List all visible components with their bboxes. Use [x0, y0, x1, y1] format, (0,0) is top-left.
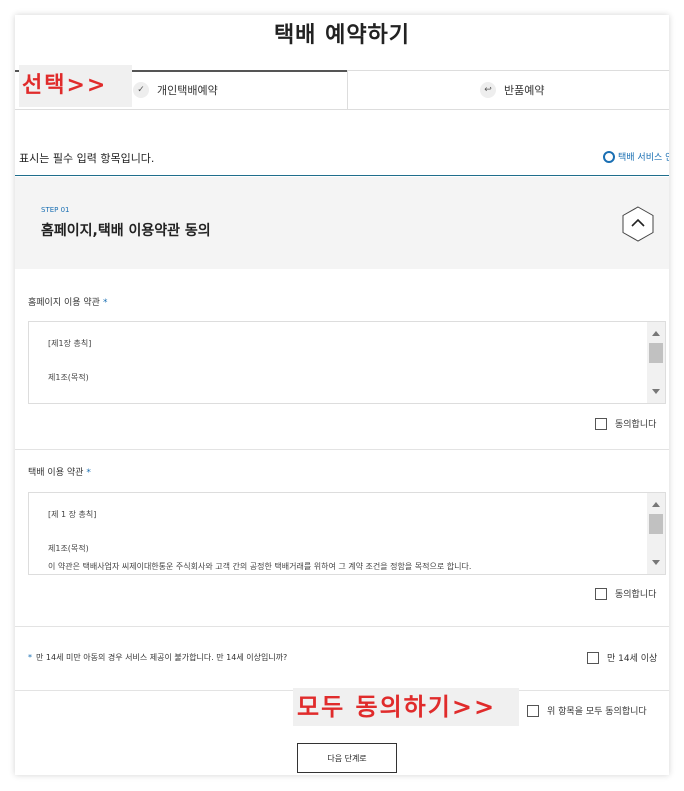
tab-label: 반품예약 — [504, 84, 545, 97]
scroll-thumb — [649, 343, 663, 363]
delivery-terms-title: 택배 이용 약관 — [28, 468, 84, 478]
delivery-terms-box[interactable]: [제 1 장 총칙] 제1조(목적) 이 약관은 택배사업자 씨제이대한통운 주… — [28, 492, 666, 575]
scroll-down-icon — [652, 560, 660, 565]
collapse-toggle-button[interactable] — [622, 206, 654, 242]
checkbox[interactable] — [527, 704, 539, 717]
agree-label: 동의합니다 — [615, 420, 657, 430]
required-mark: * — [102, 298, 108, 308]
agree-label: 동의합니다 — [615, 590, 657, 600]
divider — [15, 626, 669, 627]
tab-label: 개인택배예약 — [157, 84, 218, 97]
tabs-bottom-border — [15, 109, 669, 110]
delivery-terms-agree[interactable]: 동의합니다 — [595, 587, 656, 600]
homepage-terms-box[interactable]: [제1장 총칙] 제1조(목적) — [28, 321, 666, 404]
terms-line: [제1장 총칙] — [48, 339, 92, 348]
check-icon: ✓ — [133, 82, 149, 98]
checkbox[interactable] — [595, 417, 607, 430]
delivery-terms-label: 택배 이용 약관 * — [28, 465, 91, 478]
required-note: 표시는 필수 입력 항목입니다. — [19, 152, 155, 165]
annotation-select: 선택>> — [19, 65, 132, 107]
required-mark: * — [86, 468, 91, 478]
homepage-terms-label: 홈페이지 이용 약관 * — [28, 295, 107, 308]
terms-line: 제1조(목적) — [48, 544, 89, 553]
agree-all-label: 위 항목을 모두 동의합니다 — [547, 707, 647, 717]
tab-personal-delivery[interactable]: ✓ 개인택배예약 — [133, 71, 218, 109]
section-divider — [15, 175, 669, 176]
homepage-terms-agree[interactable]: 동의합니다 — [595, 417, 656, 430]
homepage-terms-title: 홈페이지 이용 약관 — [28, 298, 100, 308]
page-title: 택배 예약하기 — [273, 23, 411, 48]
annotation-agree-all: 모두 동의하기>> — [293, 688, 519, 726]
age-checkbox-label: 만 14세 이상 — [607, 654, 658, 664]
step-title: 홈페이지,택배 이용약관 동의 — [41, 223, 211, 239]
checkbox[interactable] — [595, 587, 607, 600]
scroll-down-icon — [652, 389, 660, 394]
terms-line: [제 1 장 총칙] — [48, 510, 97, 519]
terms-scrollbar[interactable] — [647, 493, 665, 574]
service-link-label: 택배 서비스 안 — [618, 153, 669, 163]
tab-divider — [347, 71, 348, 109]
age-14-checkbox[interactable]: 만 14세 이상 — [587, 651, 657, 664]
checkbox[interactable] — [587, 651, 599, 664]
reservation-card: 택배 예약하기 ✓ 개인택배예약 ↩ 반품예약 선택>> 표시는 필수 입력 항… — [15, 15, 669, 775]
return-icon: ↩ — [480, 82, 496, 98]
required-mark: * — [28, 653, 32, 662]
age-question: * 만 14세 미만 아동의 경우 서비스 제공이 불가합니다. 만 14세 이상… — [28, 652, 287, 663]
scroll-thumb — [649, 514, 663, 534]
tab-return-reservation[interactable]: ↩ 반품예약 — [480, 71, 544, 109]
agree-all-checkbox[interactable]: 위 항목을 모두 동의합니다 — [527, 704, 647, 717]
terms-line: 제1조(목적) — [48, 373, 89, 382]
search-icon — [603, 150, 615, 163]
terms-scrollbar[interactable] — [647, 322, 665, 403]
scroll-up-icon — [652, 331, 660, 336]
scroll-up-icon — [652, 502, 660, 507]
terms-line: 이 약관은 택배사업자 씨제이대한통운 주식회사와 고객 간의 공정한 택배거래… — [48, 562, 472, 571]
service-info-link[interactable]: 택배 서비스 안 — [603, 150, 669, 163]
divider — [15, 449, 669, 450]
age-question-text: 만 14세 미만 아동의 경우 서비스 제공이 불가합니다. 만 14세 이상입… — [36, 653, 288, 662]
next-step-button[interactable]: 다음 단계로 — [297, 743, 397, 773]
step-number: STEP 01 — [41, 206, 70, 214]
